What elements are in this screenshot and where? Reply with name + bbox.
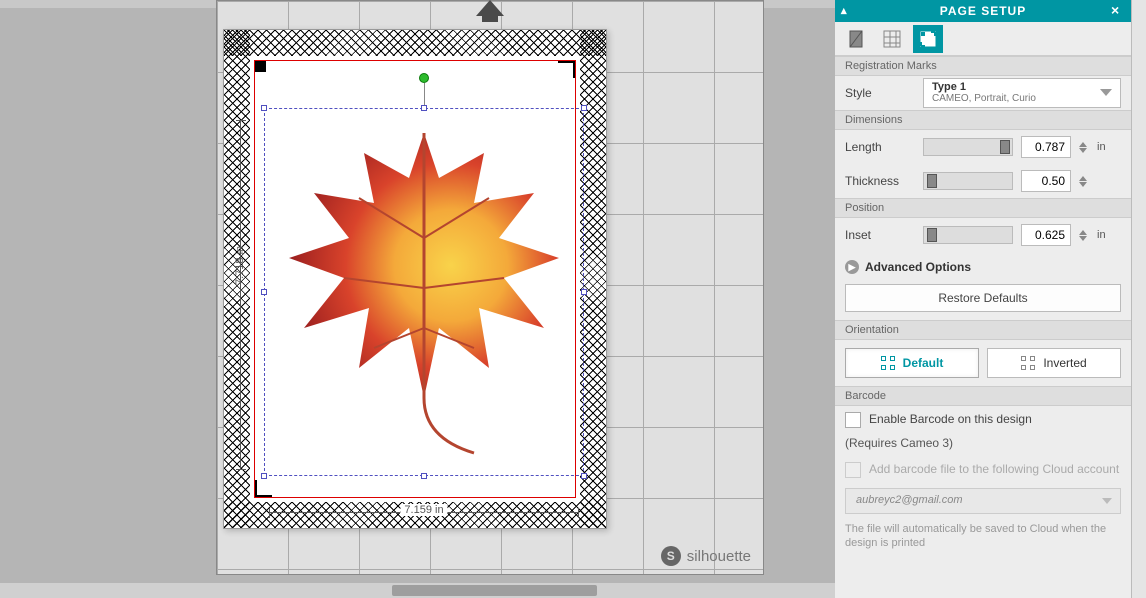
no-cut-zone (224, 30, 606, 56)
style-dropdown[interactable]: Type 1 CAMEO, Portrait, Curio (923, 78, 1121, 108)
resize-handle[interactable] (421, 473, 427, 479)
width-dimension: 7.159 in (269, 508, 579, 518)
cutting-mat[interactable]: 7.718 in 7.159 in S silhouette (216, 0, 764, 575)
add-barcode-cloud-checkbox[interactable] (845, 462, 861, 478)
thickness-stepper[interactable] (1079, 176, 1089, 187)
height-label: 7.718 in (234, 246, 246, 285)
resize-handle[interactable] (261, 289, 267, 295)
style-label: Style (845, 86, 915, 100)
close-icon[interactable]: × (1111, 2, 1125, 16)
panel-side-tabs[interactable] (1131, 0, 1146, 598)
length-input[interactable] (1021, 136, 1071, 158)
inset-input[interactable] (1021, 224, 1071, 246)
slider-thumb[interactable] (1000, 140, 1010, 154)
resize-handle[interactable] (581, 473, 587, 479)
length-slider[interactable] (923, 138, 1013, 156)
orientation-inverted-button[interactable]: Inverted (987, 348, 1121, 378)
section-orientation: Orientation (835, 320, 1131, 340)
section-registration-marks: Registration Marks (835, 56, 1131, 76)
resize-handle[interactable] (581, 289, 587, 295)
panel-title: ▴ PAGE SETUP × (835, 0, 1131, 22)
play-circle-icon: ▶ (845, 260, 859, 274)
resize-handle[interactable] (261, 105, 267, 111)
length-label: Length (845, 140, 915, 154)
width-label: 7.159 in (400, 504, 447, 516)
barcode-note: The file will automatically be saved to … (835, 518, 1131, 561)
section-position: Position (835, 198, 1131, 218)
inset-label: Inset (845, 228, 915, 242)
section-barcode: Barcode (835, 386, 1131, 406)
height-dimension: 7.718 in (236, 120, 246, 470)
silhouette-brand: S silhouette (661, 546, 751, 566)
advanced-options-toggle[interactable]: ▶ Advanced Options (835, 252, 1131, 282)
regmarks-tab[interactable] (913, 25, 943, 53)
resize-handle[interactable] (261, 473, 267, 479)
scrollbar-thumb[interactable] (392, 585, 597, 596)
add-barcode-cloud-label: Add barcode file to the following Cloud … (869, 462, 1119, 476)
chevron-down-icon (1100, 89, 1112, 96)
horizontal-scrollbar[interactable] (0, 583, 835, 598)
design-page[interactable]: 7.718 in 7.159 in (223, 29, 607, 529)
page-setup-panel: ▴ PAGE SETUP × Registration Marks Style … (835, 0, 1131, 598)
resize-handle[interactable] (421, 105, 427, 111)
collapse-icon[interactable]: ▴ (841, 4, 855, 18)
chevron-down-icon (1102, 498, 1112, 504)
restore-defaults-button[interactable]: Restore Defaults (845, 284, 1121, 312)
length-stepper[interactable] (1079, 142, 1089, 153)
slider-thumb[interactable] (927, 228, 937, 242)
enable-barcode-label: Enable Barcode on this design (869, 412, 1032, 426)
inset-slider[interactable] (923, 226, 1013, 244)
section-dimensions: Dimensions (835, 110, 1131, 130)
page-tab[interactable] (841, 25, 871, 53)
thickness-slider[interactable] (923, 172, 1013, 190)
silhouette-logo-icon: S (661, 546, 681, 566)
rotate-handle[interactable] (419, 73, 429, 83)
corners-icon (1021, 356, 1035, 370)
selection-box[interactable] (264, 108, 584, 476)
corners-icon (881, 356, 895, 370)
grid-tab[interactable] (877, 25, 907, 53)
canvas-area: 7.718 in 7.159 in S silhouette (0, 0, 835, 598)
feed-arrow-icon (476, 0, 504, 16)
panel-tabs (835, 22, 1131, 56)
inset-stepper[interactable] (1079, 230, 1089, 241)
barcode-requirement: (Requires Cameo 3) (835, 434, 1131, 456)
slider-thumb[interactable] (927, 174, 937, 188)
enable-barcode-checkbox[interactable] (845, 412, 861, 428)
resize-handle[interactable] (581, 105, 587, 111)
cloud-account-dropdown[interactable]: aubreyc2@gmail.com (845, 488, 1121, 514)
thickness-label: Thickness (845, 174, 915, 188)
orientation-default-button[interactable]: Default (845, 348, 979, 378)
thickness-input[interactable] (1021, 170, 1071, 192)
